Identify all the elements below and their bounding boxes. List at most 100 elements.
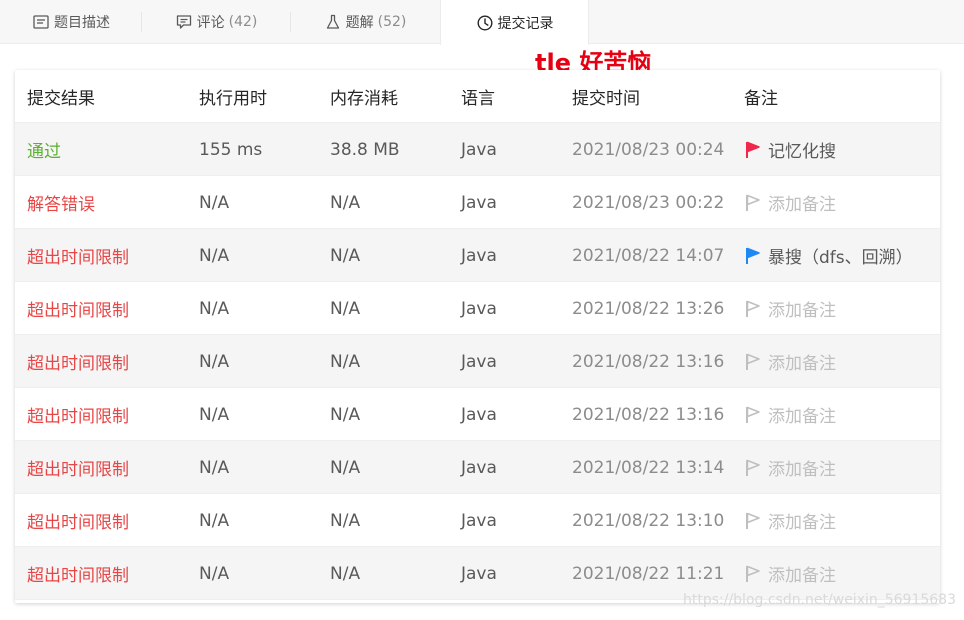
clock-icon bbox=[476, 14, 494, 32]
runtime-value: N/A bbox=[199, 192, 230, 213]
result-link[interactable]: 超出时间限制 bbox=[27, 282, 129, 335]
submitted-time: 2021/08/22 13:14 bbox=[572, 457, 725, 478]
language-value: Java bbox=[461, 510, 497, 531]
submitted-time: 2021/08/22 13:16 bbox=[572, 351, 725, 372]
tab-solutions-label: 题解 bbox=[345, 15, 374, 31]
runtime-value: N/A bbox=[199, 245, 230, 266]
table-row: 超出时间限制 N/A N/A Java 2021/08/22 13:16 添加备注 bbox=[15, 335, 940, 388]
header-memory: 内存消耗 bbox=[330, 89, 398, 109]
memory-value: N/A bbox=[330, 245, 361, 266]
table-row: 超出时间限制 N/A N/A Java 2021/08/22 13:26 添加备注 bbox=[15, 282, 940, 335]
flag-icon[interactable] bbox=[744, 511, 762, 531]
tab-description[interactable]: 题目描述 bbox=[0, 0, 142, 44]
table-row: 解答错误 N/A N/A Java 2021/08/23 00:22 添加备注 bbox=[15, 176, 940, 229]
tab-submissions[interactable]: 提交记录 bbox=[440, 0, 589, 45]
submitted-time: 2021/08/23 00:24 bbox=[572, 139, 725, 160]
flag-icon[interactable] bbox=[744, 299, 762, 319]
header-result: 提交结果 bbox=[27, 89, 95, 109]
document-icon bbox=[32, 13, 50, 31]
submitted-time: 2021/08/22 13:26 bbox=[572, 298, 725, 319]
comment-icon bbox=[175, 13, 193, 31]
flag-icon[interactable] bbox=[744, 140, 762, 160]
note-cell[interactable]: 添加备注 bbox=[744, 335, 836, 388]
add-note-link[interactable]: 添加备注 bbox=[768, 190, 836, 215]
header-time: 执行用时 bbox=[199, 89, 267, 109]
tab-comments-label: 评论 bbox=[196, 15, 225, 31]
language-value: Java bbox=[461, 298, 497, 319]
tab-comments-count: (42) bbox=[228, 14, 258, 30]
table-row: 超出时间限制 N/A N/A Java 2021/08/22 13:10 添加备注 bbox=[15, 494, 940, 547]
table-row: 超出时间限制 N/A N/A Java 2021/08/22 13:16 添加备注 bbox=[15, 388, 940, 441]
result-link[interactable]: 通过 bbox=[27, 123, 61, 176]
table-row: 通过 155 ms 38.8 MB Java 2021/08/23 00:24 记忆化搜 bbox=[15, 123, 940, 176]
tab-description-label: 题目描述 bbox=[54, 15, 110, 31]
submissions-table: 提交结果 执行用时 内存消耗 语言 提交时间 备注 通过 155 ms 38.8 M… bbox=[15, 70, 940, 603]
add-note-link[interactable]: 添加备注 bbox=[768, 296, 836, 321]
add-note-link[interactable]: 添加备注 bbox=[768, 455, 836, 480]
runtime-value: N/A bbox=[199, 457, 230, 478]
submitted-time: 2021/08/23 00:22 bbox=[572, 192, 725, 213]
language-value: Java bbox=[461, 139, 497, 160]
memory-value: N/A bbox=[330, 457, 361, 478]
language-value: Java bbox=[461, 192, 497, 213]
add-note-link[interactable]: 添加备注 bbox=[768, 508, 836, 533]
submitted-time: 2021/08/22 13:16 bbox=[572, 404, 725, 425]
tab-solutions[interactable]: 题解 (52) bbox=[290, 0, 440, 44]
flag-icon[interactable] bbox=[744, 405, 762, 425]
result-link[interactable]: 超出时间限制 bbox=[27, 441, 129, 494]
flag-icon[interactable] bbox=[744, 352, 762, 372]
result-link[interactable]: 解答错误 bbox=[27, 176, 95, 229]
language-value: Java bbox=[461, 563, 497, 584]
tab-bar: 题目描述 评论 (42) 题解 (52) 提交记录 bbox=[0, 0, 964, 45]
language-value: Java bbox=[461, 457, 497, 478]
note-cell[interactable]: 添加备注 bbox=[744, 388, 836, 441]
note-text: 记忆化搜 bbox=[768, 142, 836, 162]
header-submitted: 提交时间 bbox=[572, 89, 640, 109]
flask-icon bbox=[324, 13, 342, 31]
memory-value: N/A bbox=[330, 510, 361, 531]
add-note-link[interactable]: 添加备注 bbox=[768, 349, 836, 374]
memory-value: N/A bbox=[330, 192, 361, 213]
add-note-link[interactable]: 添加备注 bbox=[768, 402, 836, 427]
language-value: Java bbox=[461, 245, 497, 266]
table-row: 超出时间限制 N/A N/A Java 2021/08/22 14:07 暴搜（dfs、回… bbox=[15, 229, 940, 282]
result-link[interactable]: 超出时间限制 bbox=[27, 229, 129, 282]
memory-value: N/A bbox=[330, 298, 361, 319]
flag-icon[interactable] bbox=[744, 564, 762, 584]
language-value: Java bbox=[461, 404, 497, 425]
note-text: 暴搜（dfs、回溯） bbox=[768, 248, 913, 268]
tab-comments[interactable]: 评论 (42) bbox=[142, 0, 290, 44]
runtime-value: N/A bbox=[199, 351, 230, 372]
watermark: https://blog.csdn.net/weixin_56915683 bbox=[682, 592, 956, 608]
runtime-value: N/A bbox=[199, 298, 230, 319]
memory-value: N/A bbox=[330, 563, 361, 584]
table-row: 超出时间限制 N/A N/A Java 2021/08/22 13:14 添加备注 bbox=[15, 441, 940, 494]
runtime-value: 155 ms bbox=[199, 139, 263, 160]
note-cell[interactable]: 添加备注 bbox=[744, 282, 836, 335]
flag-icon[interactable] bbox=[744, 246, 762, 266]
flag-icon[interactable] bbox=[744, 193, 762, 213]
table-header: 提交结果 执行用时 内存消耗 语言 提交时间 备注 bbox=[15, 70, 940, 123]
result-link[interactable]: 超出时间限制 bbox=[27, 335, 129, 388]
runtime-value: N/A bbox=[199, 404, 230, 425]
tab-submissions-label: 提交记录 bbox=[497, 15, 554, 32]
language-value: Java bbox=[461, 351, 497, 372]
result-link[interactable]: 超出时间限制 bbox=[27, 388, 129, 441]
add-note-link[interactable]: 添加备注 bbox=[768, 561, 836, 586]
memory-value: N/A bbox=[330, 404, 361, 425]
result-link[interactable]: 超出时间限制 bbox=[27, 547, 129, 600]
note-cell[interactable]: 添加备注 bbox=[744, 441, 836, 494]
note-cell[interactable]: 暴搜（dfs、回溯） bbox=[744, 229, 913, 282]
memory-value: 38.8 MB bbox=[330, 139, 400, 160]
result-link[interactable]: 超出时间限制 bbox=[27, 494, 129, 547]
submitted-time: 2021/08/22 13:10 bbox=[572, 510, 725, 531]
note-cell[interactable]: 添加备注 bbox=[744, 494, 836, 547]
submitted-time: 2021/08/22 14:07 bbox=[572, 245, 725, 266]
tab-solutions-count: (52) bbox=[377, 14, 407, 30]
flag-icon[interactable] bbox=[744, 458, 762, 478]
note-cell[interactable]: 记忆化搜 bbox=[744, 123, 836, 176]
header-language: 语言 bbox=[461, 89, 495, 109]
note-cell[interactable]: 添加备注 bbox=[744, 176, 836, 229]
memory-value: N/A bbox=[330, 351, 361, 372]
header-note: 备注 bbox=[744, 89, 778, 109]
